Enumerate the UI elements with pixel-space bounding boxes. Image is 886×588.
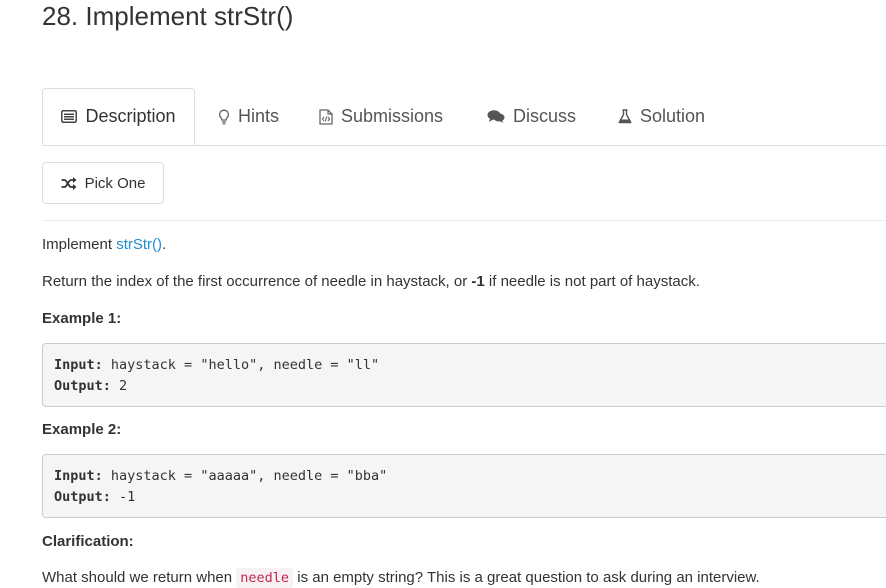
clarification-heading: Clarification: [42, 533, 134, 550]
page-title: 28. Implement strStr() [42, 1, 294, 31]
intro-period: . [162, 236, 167, 253]
needle-code: needle [236, 568, 294, 588]
clarification-paragraph: What should we return when needle is an … [42, 568, 760, 588]
tab-discuss[interactable]: Discuss [487, 88, 576, 145]
content-divider [42, 220, 886, 221]
example-1-heading: Example 1: [42, 310, 122, 327]
comments-icon [487, 109, 505, 124]
output-label: Output: [54, 378, 111, 394]
intro-text: Implement [42, 236, 117, 253]
strstr-link[interactable]: strStr() [116, 236, 162, 253]
shuffle-icon [61, 176, 77, 190]
input-value: haystack = "hello", needle = "ll" [102, 357, 380, 373]
clarification-text: What should we return when [42, 569, 237, 586]
return-text-suffix: if needle is not part of haystack. [484, 273, 700, 290]
tab-submissions[interactable]: Submissions [319, 88, 443, 145]
example-1-code-block: Input: haystack = "hello", needle = "ll"… [42, 343, 886, 407]
example-2-heading: Example 2: [42, 421, 122, 438]
pick-one-button[interactable]: Pick One [42, 162, 164, 204]
return-text: Return the index of the first occurrence… [42, 273, 472, 290]
tab-solution[interactable]: Solution [618, 88, 705, 145]
tab-submissions-label: Submissions [341, 106, 444, 126]
tab-description-label: Description [85, 106, 176, 126]
pick-one-label: Pick One [84, 174, 146, 192]
input-value: haystack = "aaaaa", needle = "bba" [102, 468, 388, 484]
tab-hints-label: Hints [238, 106, 280, 126]
lightbulb-icon [218, 109, 230, 125]
output-value: -1 [110, 489, 136, 505]
example-2-code-block: Input: haystack = "aaaaa", needle = "bba… [42, 454, 886, 518]
tab-hints[interactable]: Hints [218, 88, 279, 145]
input-label: Input: [54, 357, 103, 373]
return-bold-value: -1 [471, 273, 485, 290]
output-value: 2 [110, 378, 128, 394]
intro-paragraph: Implement strStr(). [42, 236, 166, 253]
clarification-text-suffix: is an empty string? This is a great ques… [293, 569, 760, 586]
flask-icon [618, 109, 632, 124]
input-label: Input: [54, 468, 103, 484]
list-icon [61, 110, 78, 123]
output-label: Output: [54, 489, 111, 505]
return-paragraph: Return the index of the first occurrence… [42, 273, 700, 290]
code-file-icon [319, 108, 333, 125]
tab-description[interactable]: Description [42, 88, 195, 145]
tab-discuss-label: Discuss [513, 106, 577, 126]
tab-bar: Description Hints Submissions Discuss So… [42, 88, 886, 146]
tab-solution-label: Solution [640, 106, 706, 126]
